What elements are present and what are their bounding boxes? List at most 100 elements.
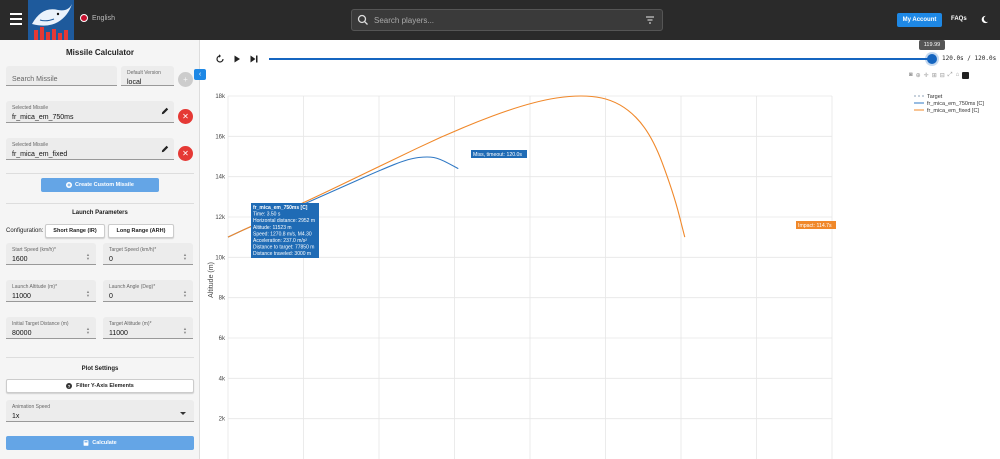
replay-icon[interactable] bbox=[215, 54, 225, 64]
impact-annotation: Impact: 114.7s bbox=[796, 221, 836, 229]
slider-tooltip: 119.99 bbox=[919, 40, 945, 50]
launch-angle-label: Launch Angle (Deg)* bbox=[109, 284, 156, 290]
filter-icon[interactable] bbox=[644, 14, 656, 26]
y-tick-label: 12k bbox=[215, 215, 226, 221]
stepper-icon[interactable]: ▲ ▼ bbox=[86, 290, 90, 298]
language-selector[interactable]: English bbox=[80, 14, 115, 22]
target-speed-label: Target Speed (km/h)* bbox=[109, 247, 157, 253]
divider bbox=[6, 357, 194, 358]
chart-grid bbox=[227, 95, 833, 459]
top-bar: English My Account FAQs bbox=[0, 0, 1000, 40]
filter-y-axis-button[interactable]: ? Filter Y-Axis Elements bbox=[6, 379, 194, 393]
start-speed-value: 1600 bbox=[12, 256, 28, 263]
shark-logo[interactable] bbox=[28, 0, 74, 40]
target-altitude-label: Target Altitude (m)* bbox=[109, 321, 152, 327]
animation-speed-select[interactable]: Animation Speed 1x bbox=[6, 400, 194, 422]
impact-label: Impact: 114.7s bbox=[798, 223, 832, 229]
y-axis-label: Altitude (m) bbox=[208, 262, 215, 298]
default-version-value: local bbox=[127, 79, 142, 86]
autoscale-icon[interactable]: ⤢ bbox=[948, 72, 953, 79]
launch-altitude-label: Launch Altitude (m)* bbox=[12, 284, 58, 290]
edit-missile-1-icon[interactable] bbox=[161, 107, 169, 115]
legend-item[interactable]: Target bbox=[927, 94, 943, 100]
playback-slider-track[interactable] bbox=[269, 58, 931, 60]
plot-modebar: ◙ ⊕ ✛ ⊞ ⊟ ⤢ ⌂ bbox=[909, 72, 970, 79]
edit-missile-2-icon[interactable] bbox=[161, 145, 169, 153]
filter-y-axis-label: Filter Y-Axis Elements bbox=[76, 383, 134, 389]
miss-annotation: Miss, timeout: 120.0s bbox=[471, 150, 527, 158]
divider bbox=[6, 173, 194, 174]
y-tick-label: 14k bbox=[215, 175, 226, 181]
selected-missile-2-field[interactable]: Selected Missile fr_mica_em_fixed bbox=[6, 138, 174, 160]
launch-altitude-field[interactable]: Launch Altitude (m)* 11000 ▲ ▼ bbox=[6, 280, 96, 302]
add-missile-button[interactable]: + bbox=[178, 72, 193, 87]
search-input[interactable] bbox=[370, 15, 644, 25]
legend-item[interactable]: fr_mica_em_750ms [C] bbox=[927, 101, 984, 107]
playback-slider-thumb[interactable] bbox=[927, 54, 937, 64]
remove-missile-2-button[interactable]: ✕ bbox=[178, 146, 193, 161]
camera-icon[interactable]: ◙ bbox=[909, 72, 913, 79]
stepper-icon[interactable]: ▲ ▼ bbox=[86, 327, 90, 335]
zoom-in-icon[interactable]: ⊞ bbox=[932, 72, 937, 79]
start-speed-field[interactable]: Start Speed (km/h)* 1600 ▲ ▼ bbox=[6, 243, 96, 265]
short-range-button[interactable]: Short Range (IR) bbox=[45, 224, 105, 238]
configuration-label: Configuration: bbox=[6, 228, 44, 234]
pan-icon[interactable]: ✛ bbox=[924, 72, 929, 79]
legend-item[interactable]: fr_mica_em_fixed [C] bbox=[927, 108, 979, 114]
remove-missile-1-button[interactable]: ✕ bbox=[178, 109, 193, 124]
y-tick-label: 10k bbox=[215, 255, 226, 261]
stepper-icon[interactable]: ▲ ▼ bbox=[183, 327, 187, 335]
search-missile-field[interactable]: Search Missile bbox=[6, 66, 117, 86]
play-icon[interactable] bbox=[233, 55, 241, 63]
divider bbox=[6, 203, 194, 204]
selected-missile-2-value: fr_mica_em_fixed bbox=[12, 151, 68, 158]
moon-icon[interactable] bbox=[980, 15, 989, 24]
animation-speed-value: 1x bbox=[12, 413, 20, 420]
menu-icon[interactable] bbox=[10, 13, 22, 25]
faqs-link[interactable]: FAQs bbox=[951, 16, 967, 22]
default-version-label: Default Version bbox=[127, 70, 161, 76]
zoom-icon[interactable]: ⊕ bbox=[916, 72, 921, 79]
y-tick-label: 18k bbox=[215, 94, 226, 100]
zoom-out-icon[interactable]: ⊟ bbox=[940, 72, 945, 79]
initial-target-distance-value: 80000 bbox=[12, 330, 32, 337]
chevron-down-icon bbox=[180, 412, 186, 415]
default-version-field[interactable]: Default Version local bbox=[121, 66, 174, 86]
launch-angle-field[interactable]: Launch Angle (Deg)* 0 ▲ ▼ bbox=[103, 280, 193, 302]
stepper-icon[interactable]: ▲ ▼ bbox=[86, 253, 90, 261]
target-altitude-field[interactable]: Target Altitude (m)* 11000 ▲ ▼ bbox=[103, 317, 193, 339]
initial-target-distance-field[interactable]: Initial Target Distance (m) 80000 ▲ ▼ bbox=[6, 317, 96, 339]
calculate-label: Calculate bbox=[92, 440, 117, 446]
collapse-sidebar-button[interactable]: ‹ bbox=[194, 69, 206, 80]
create-custom-missile-button[interactable]: Create Custom Missile bbox=[41, 178, 159, 192]
animation-speed-label: Animation Speed bbox=[12, 404, 51, 410]
stepper-icon[interactable]: ▲ ▼ bbox=[183, 253, 187, 261]
plotly-logo-icon[interactable] bbox=[962, 72, 970, 79]
y-tick-label: 2k bbox=[219, 417, 226, 423]
selected-missile-1-field[interactable]: Selected Missile fr_mica_em_750ms bbox=[6, 101, 174, 123]
my-account-button[interactable]: My Account bbox=[897, 13, 942, 27]
long-range-button[interactable]: Long Range (ARH) bbox=[108, 224, 174, 238]
help-circle-icon: ? bbox=[66, 383, 73, 389]
stepper-icon[interactable]: ▲ ▼ bbox=[183, 290, 187, 298]
skip-end-icon[interactable] bbox=[250, 55, 258, 63]
player-search[interactable] bbox=[351, 9, 663, 31]
svg-text:?: ? bbox=[68, 384, 71, 389]
target-altitude-value: 11000 bbox=[109, 330, 128, 337]
calculator-icon bbox=[83, 440, 89, 446]
y-tick-label: 4k bbox=[219, 376, 226, 382]
plot-settings-title: Plot Settings bbox=[81, 366, 119, 372]
sidebar-title: Missile Calculator bbox=[65, 48, 135, 57]
selected-missile-2-label: Selected Missile bbox=[12, 142, 49, 148]
launch-angle-value: 0 bbox=[109, 293, 113, 300]
calculate-button[interactable]: Calculate bbox=[6, 436, 194, 450]
missile-sidebar: Missile Calculator Search Missile Defaul… bbox=[0, 40, 200, 459]
home-icon[interactable]: ⌂ bbox=[956, 72, 960, 79]
miss-label: Miss, timeout: 120.0s bbox=[473, 152, 522, 158]
y-tick-label: 8k bbox=[219, 296, 226, 302]
y-tick-label: 16k bbox=[215, 134, 226, 140]
chart-legend: Targetfr_mica_em_750ms [C]fr_mica_em_fix… bbox=[914, 94, 984, 114]
selected-missile-1-value: fr_mica_em_750ms bbox=[12, 114, 74, 121]
target-speed-field[interactable]: Target Speed (km/h)* 0 ▲ ▼ bbox=[103, 243, 193, 265]
time-readout: 120.0s / 120.0s bbox=[942, 55, 997, 62]
